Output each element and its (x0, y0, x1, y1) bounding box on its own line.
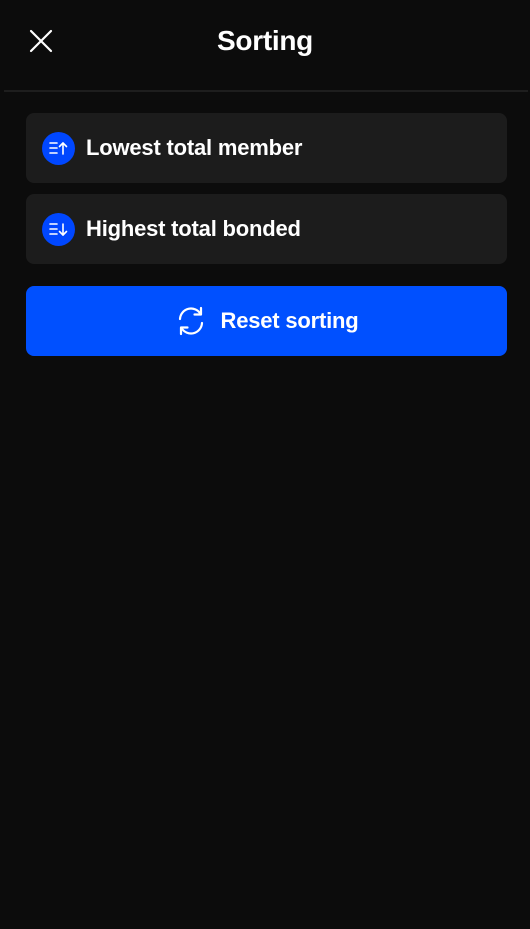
sort-ascending-icon (42, 131, 75, 165)
reset-sorting-button[interactable]: Reset sorting (26, 286, 507, 356)
sort-option-lowest-total-member[interactable]: Lowest total member (26, 113, 507, 183)
header: Sorting (0, 0, 530, 84)
sort-option-highest-total-bonded[interactable]: Highest total bonded (26, 194, 507, 264)
refresh-icon (178, 306, 203, 336)
header-divider (4, 90, 528, 92)
page-title: Sorting (217, 25, 313, 56)
sort-descending-icon (42, 212, 75, 246)
sort-option-label: Highest total bonded (86, 216, 301, 241)
sort-option-label: Lowest total member (86, 135, 303, 160)
reset-sorting-label: Reset sorting (220, 308, 359, 333)
sorting-screen: Sorting Lowest total member Highest tota… (0, 0, 530, 929)
